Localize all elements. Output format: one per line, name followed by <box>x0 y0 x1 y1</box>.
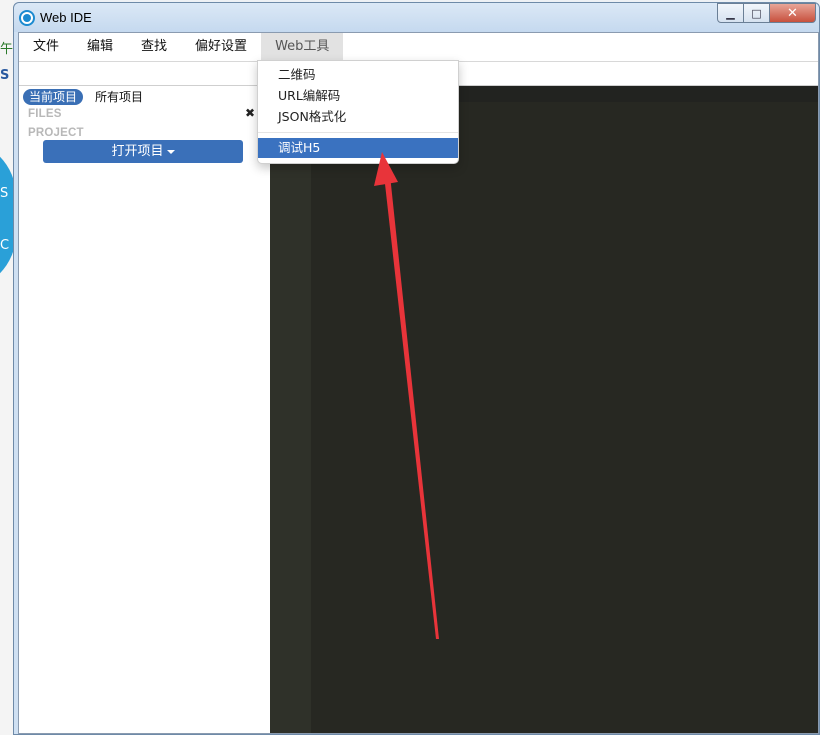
open-project-label: 打开项目 <box>111 144 164 159</box>
menu-item-url-codec[interactable]: URL编解码 <box>258 86 458 106</box>
minimize-icon: ▁ <box>726 6 735 20</box>
menu-preferences[interactable]: 偏好设置 <box>181 33 261 61</box>
open-project-button[interactable]: 打开项目 <box>43 140 243 163</box>
project-header: PROJECT <box>28 127 84 139</box>
background-app-char: S <box>0 186 9 201</box>
menu-bar: 文件 编辑 查找 偏好设置 Web工具 <box>19 33 818 61</box>
maximize-button[interactable]: □ <box>744 3 770 23</box>
sidebar: 当前项目 所有项目 FILES ✖ PROJECT 打开项目 <box>19 86 270 733</box>
close-icon: ✕ <box>787 5 798 21</box>
menu-web-tools[interactable]: Web工具 <box>261 33 344 61</box>
code-editor[interactable] <box>270 86 818 733</box>
maximize-icon: □ <box>751 6 762 20</box>
title-bar[interactable]: Web IDE ▁ □ ✕ <box>14 3 819 32</box>
background-app <box>0 0 14 735</box>
line-gutter <box>270 102 311 733</box>
menu-edit[interactable]: 编辑 <box>73 33 127 61</box>
tab-current-project[interactable]: 当前项目 <box>23 89 84 105</box>
background-app-char: C <box>0 238 10 253</box>
minimize-button[interactable]: ▁ <box>717 3 744 23</box>
tab-all-projects[interactable]: 所有项目 <box>89 89 149 105</box>
menu-file[interactable]: 文件 <box>19 33 73 61</box>
window-title: Web IDE <box>40 10 92 25</box>
files-header: FILES <box>28 108 62 120</box>
background-app-char: S <box>0 68 10 83</box>
menu-item-qrcode[interactable]: 二维码 <box>258 65 458 85</box>
web-tools-dropdown: 二维码 URL编解码 JSON格式化 调试H5 <box>257 60 459 164</box>
window-controls: ▁ □ ✕ <box>717 3 816 23</box>
project-tabs: 当前项目 所有项目 <box>23 89 155 105</box>
menu-item-json-format[interactable]: JSON格式化 <box>258 107 458 127</box>
menu-divider <box>258 132 458 133</box>
caret-down-icon <box>166 149 175 154</box>
close-files-icon[interactable]: ✖ <box>245 106 255 120</box>
app-icon <box>19 10 35 26</box>
menu-find[interactable]: 查找 <box>127 33 181 61</box>
menu-item-debug-h5[interactable]: 调试H5 <box>258 138 458 158</box>
background-app-char: 午 <box>0 42 14 57</box>
close-button[interactable]: ✕ <box>770 3 816 23</box>
